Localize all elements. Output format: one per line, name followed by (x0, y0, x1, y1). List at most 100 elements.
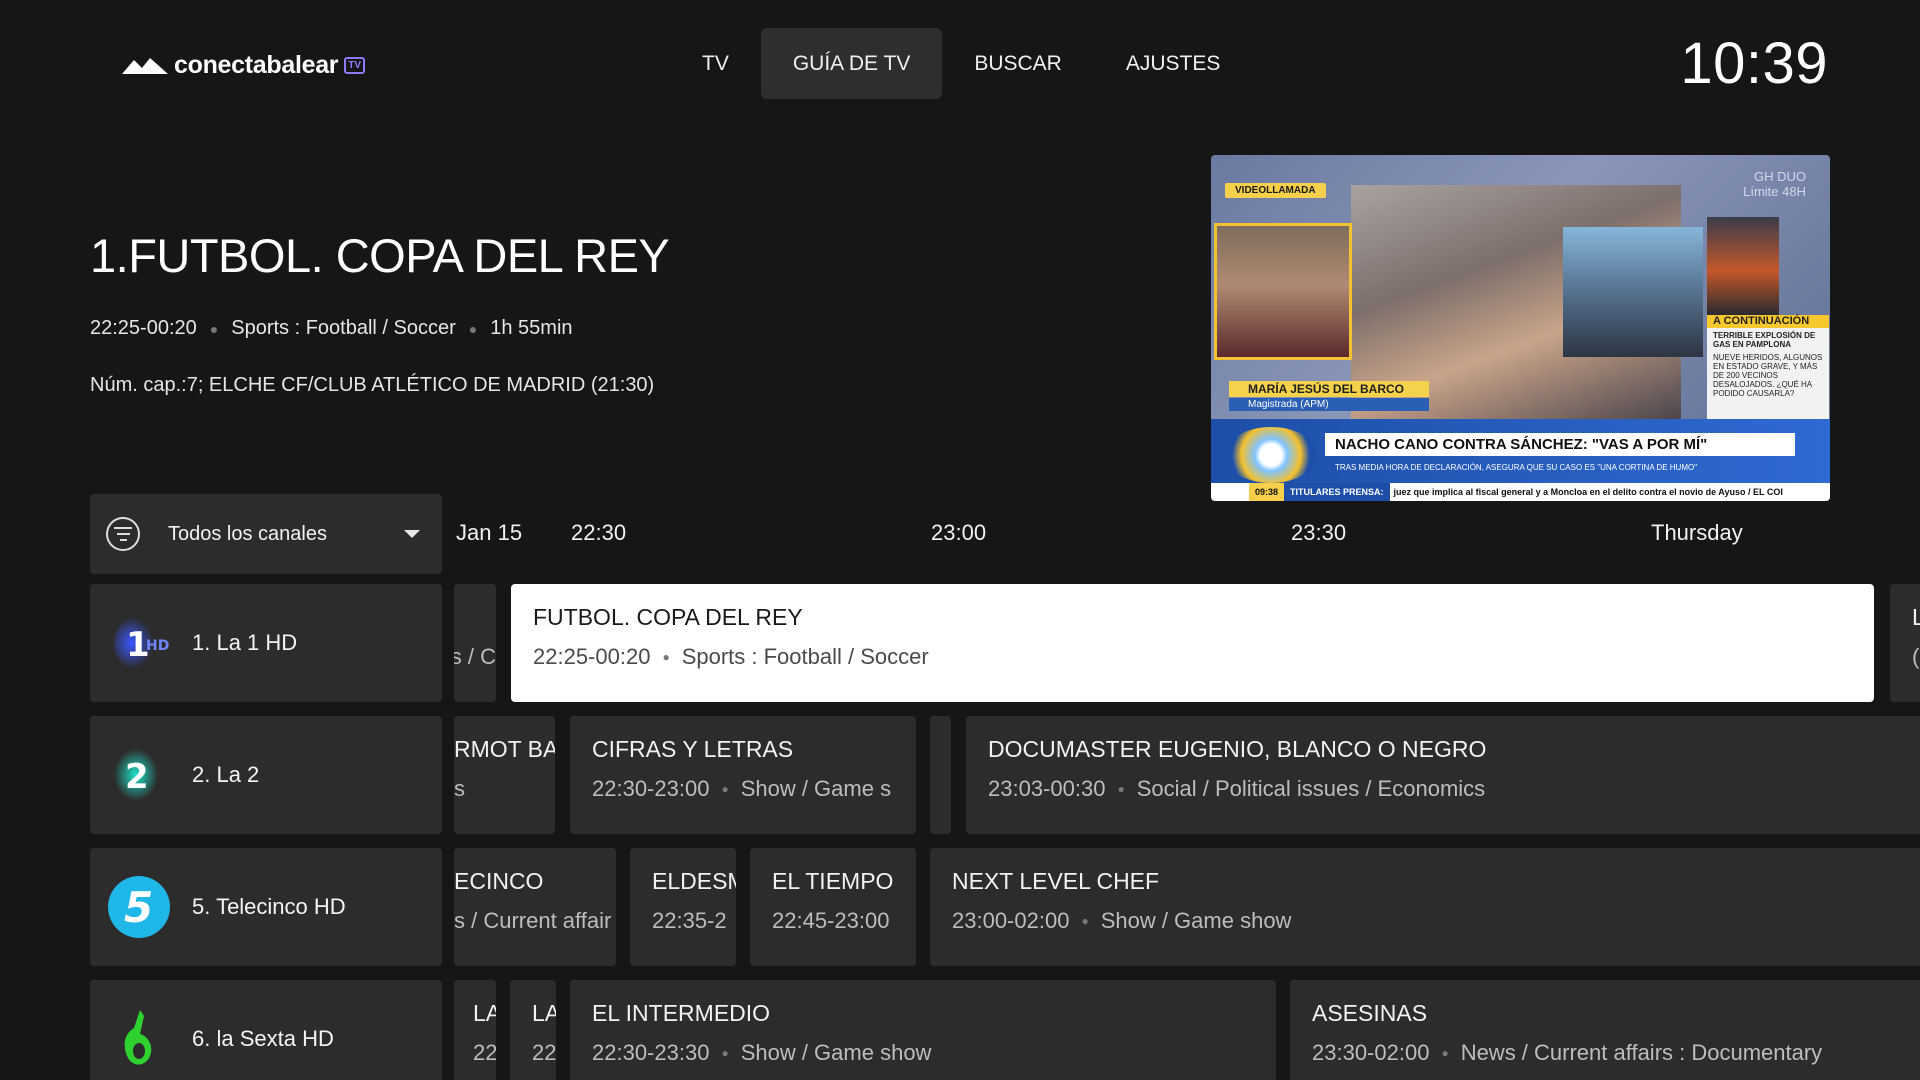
program-cell-title: ECINCO (454, 868, 544, 894)
channel-row-la2[interactable]: 2 2. La 2 (90, 716, 442, 834)
app-logo: conectabalear TV (120, 48, 366, 82)
program-cell-title: ASESINAS (1312, 1000, 1428, 1026)
filter-icon (106, 517, 140, 551)
channel-row-la1[interactable]: 1 HD 1. La 1 HD (90, 584, 442, 702)
program-cell-time: 22:35-2 (652, 908, 727, 933)
preview-top-right-line: GH DUO (1754, 169, 1806, 184)
clock: 10:39 (1680, 31, 1828, 96)
program-cell-time: s / Current affair (454, 908, 612, 933)
time-label-2300: 23:00 (931, 520, 987, 545)
separator-dot: ● (468, 320, 478, 337)
program-cell-selected[interactable]: FUTBOL. COPA DEL REY 22:25-00:20 ● Sport… (511, 584, 1874, 702)
time-label-2330: 23:30 (1291, 520, 1347, 545)
program-cell-time: 22 (473, 1040, 496, 1065)
nav-tv-guide[interactable]: GUÍA DE TV (760, 28, 943, 99)
program-cell-title: EL TIEMPO (772, 868, 894, 894)
program-cell[interactable]: LA 22 (454, 980, 496, 1080)
logo-tv-badge: TV (344, 56, 366, 74)
preview-headline: NACHO CANO CONTRA SÁNCHEZ: "VAS A POR MÍ… (1325, 433, 1795, 456)
program-cell-title: RMOT BAN (454, 736, 555, 762)
separator-dot: ● (1117, 782, 1125, 796)
time-label-thursday: Thursday (1651, 520, 1743, 545)
program-cell-time: 23:30-02:00 (1312, 1040, 1430, 1065)
program-description: Núm. cap.:7; ELCHE CF/CLUB ATLÉTICO DE M… (90, 374, 655, 396)
program-cell-title: LA (532, 1000, 556, 1026)
preview-badge: VIDEOLLAMADA (1225, 183, 1326, 198)
eye-logo-icon (1225, 427, 1317, 483)
telecinco-logo-icon: 5 (106, 874, 172, 940)
channel-filter-dropdown[interactable]: Todos los canales (90, 494, 442, 574)
program-cell-time: 23:03-00:30 (988, 776, 1106, 801)
separator-dot: ● (209, 320, 219, 337)
preview-ticker-text: juez que implica al fiscal general y a M… (1393, 487, 1783, 497)
preview-presenter-frame (1563, 227, 1703, 357)
channel-row-telecinco[interactable]: 5 5. Telecinco HD (90, 848, 442, 966)
program-cell-time: s / C (454, 644, 496, 669)
la2-logo-icon: 2 (106, 742, 172, 808)
preview-lower-third: NACHO CANO CONTRA SÁNCHEZ: "VAS A POR MÍ… (1211, 419, 1830, 501)
program-meta: 22:25-00:20 ● Sports : Football / Soccer… (90, 317, 573, 340)
nav-tv[interactable]: TV (670, 28, 761, 99)
program-cell-time: 22:30-23:00 (592, 776, 710, 801)
program-cell[interactable]: L ( (1890, 584, 1920, 702)
program-cell[interactable]: LA 22 (510, 980, 556, 1080)
program-cell-time: 22 (532, 1040, 556, 1065)
preview-ticker-tag: TITULARES PRENSA: (1284, 483, 1390, 501)
program-cell[interactable] (930, 716, 951, 834)
channel-name: 6. la Sexta HD (192, 1026, 334, 1051)
program-cell-genre: Social / Political issues / Economics (1136, 776, 1486, 801)
program-cell-title: FUTBOL. COPA DEL REY (533, 604, 803, 630)
preview-top-right-line: Límite 48H (1743, 184, 1806, 199)
program-cell-time: 22:25-00:20 (533, 644, 651, 669)
program-grid: s / C FUTBOL. COPA DEL REY 22:25-00:20 ●… (454, 584, 1920, 1080)
preview-ticker-time: 09:38 (1249, 483, 1285, 501)
program-cell-info: 22:30-23:30 ● Show / Game show (592, 1040, 931, 1066)
logo-mountain-icon (122, 58, 168, 74)
preview-videocall-frame (1214, 223, 1352, 360)
program-cell[interactable]: ASESINAS 23:30-02:00 ● News / Current af… (1290, 980, 1920, 1080)
channel-filter-label: Todos los canales (168, 522, 327, 545)
channel-row-lasexta[interactable]: 6. la Sexta HD (90, 980, 442, 1080)
program-cell-time: s (454, 776, 465, 801)
program-cell[interactable]: RMOT BAN s (454, 716, 555, 834)
live-preview[interactable]: VIDEOLLAMADA GH DUO Límite 48H A CONTINU… (1211, 155, 1830, 501)
program-time: 22:25-00:20 (90, 317, 197, 339)
program-cell-time: 23:00-02:00 (952, 908, 1070, 933)
logo-text: conectabalear (174, 50, 339, 79)
preview-name: MARÍA JESÚS DEL BARCO (1248, 382, 1405, 396)
program-cell[interactable]: NEXT LEVEL CHEF 23:00-02:00 ● Show / Gam… (930, 848, 1920, 966)
svg-text:5: 5 (124, 883, 153, 932)
program-cell[interactable]: DOCUMASTER EUGENIO, BLANCO O NEGRO 23:03… (966, 716, 1920, 834)
program-cell-info: 22:25-00:20 ● Sports : Football / Soccer (533, 644, 929, 670)
program-title: 1.FUTBOL. COPA DEL REY (90, 229, 670, 282)
program-cell-info: 23:03-00:30 ● Social / Political issues … (988, 776, 1485, 802)
chevron-down-icon (404, 530, 420, 538)
nav-settings[interactable]: AJUSTES (1094, 28, 1253, 99)
channel-name: 2. La 2 (192, 762, 260, 787)
program-cell[interactable]: CIFRAS Y LETRAS 22:30-23:00 ● Show / Gam… (570, 716, 916, 834)
preview-ticker: 09:38 TITULARES PRENSA: juez que implica… (1211, 483, 1830, 501)
program-cell[interactable]: ELDESM 22:35-2 (630, 848, 736, 966)
preview-name-sub: Magistrada (APM) (1229, 398, 1429, 411)
program-cell-info: 22:30-23:00 ● Show / Game s (592, 776, 891, 802)
program-cell-genre: News / Current affairs : Documentary (1460, 1040, 1823, 1065)
program-cell[interactable]: EL INTERMEDIO 22:30-23:30 ● Show / Game … (570, 980, 1276, 1080)
program-cell-time: 22:30-23:30 (592, 1040, 710, 1065)
program-cell-info: 23:30-02:00 ● News / Current affairs : D… (1312, 1040, 1822, 1066)
nav-search[interactable]: BUSCAR (942, 28, 1094, 99)
program-cell-title: ELDESM (652, 868, 736, 894)
svg-text:2: 2 (125, 757, 149, 797)
lasexta-logo-icon (106, 1006, 172, 1072)
la1-logo-icon: 1 HD (106, 610, 172, 676)
program-cell[interactable]: ECINCO s / Current affair (454, 848, 616, 966)
preview-side-head: A CONTINUACIÓN (1707, 315, 1829, 328)
program-cell[interactable]: s / C (454, 584, 496, 702)
program-cell-info: 23:00-02:00 ● Show / Game show (952, 908, 1291, 934)
separator-dot: ● (721, 1046, 729, 1060)
preview-top-right: GH DUO Límite 48H (1743, 169, 1806, 199)
program-cell-genre: Show / Game show (740, 1040, 932, 1065)
separator-dot: ● (1081, 914, 1089, 928)
program-cell-title: EL INTERMEDIO (592, 1000, 771, 1026)
program-cell[interactable]: EL TIEMPO 22:45-23:00 (750, 848, 916, 966)
date-label: Jan 15 (456, 520, 523, 545)
